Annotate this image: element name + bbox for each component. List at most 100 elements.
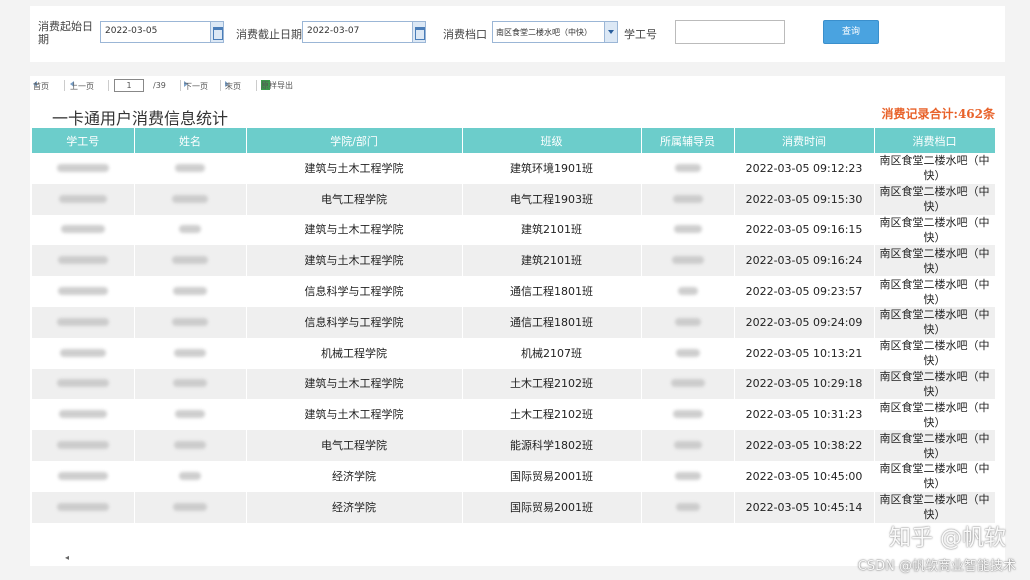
cell-student-id: [32, 368, 135, 400]
cell-college: 机械工程学院: [246, 337, 463, 369]
cell-time: 2022-03-05 10:13:21: [734, 337, 875, 369]
table-row: 机械工程学院 机械2107班 2022-03-05 10:13:21 南区食堂二楼水吧…: [32, 337, 996, 369]
col-counselor[interactable]: 所属辅导员: [641, 128, 735, 153]
scroll-left-arrow[interactable]: ◂: [65, 553, 69, 562]
redacted-value: [675, 502, 700, 511]
col-college[interactable]: 学院/部门: [246, 128, 463, 153]
cell-counselor: [641, 337, 735, 369]
redacted-value: [58, 410, 107, 419]
student-id-input[interactable]: [675, 20, 785, 44]
cell-location: 南区食堂二楼水吧（中快）: [874, 368, 996, 400]
redacted-value: [670, 379, 705, 388]
query-button[interactable]: 查询: [823, 20, 879, 44]
cell-time: 2022-03-05 09:24:09: [734, 306, 875, 338]
redacted-value: [671, 256, 704, 265]
table-row: 建筑与土木工程学院 建筑2101班 2022-03-05 09:16:15 南区食堂二…: [32, 214, 996, 246]
student-id-label: 学工号: [624, 28, 657, 41]
cell-name: [134, 368, 247, 400]
redacted-value: [59, 348, 106, 357]
cell-student-id: [32, 153, 135, 184]
cell-location: 南区食堂二楼水吧（中快）: [874, 245, 996, 277]
cell-time: 2022-03-05 09:16:15: [734, 214, 875, 246]
end-date-field[interactable]: 2022-03-07: [302, 21, 426, 43]
cell-class: 电气工程1903班: [462, 183, 642, 215]
cell-college: 建筑与土木工程学院: [246, 153, 463, 184]
cell-name: [134, 491, 247, 523]
calendar-icon[interactable]: [412, 22, 425, 42]
redacted-value: [179, 471, 201, 480]
table-row: 建筑与土木工程学院 土木工程2102班 2022-03-05 10:29:18 南区食…: [32, 368, 996, 400]
start-date-value: 2022-03-05: [105, 26, 158, 36]
pager-toolbar: 首页 上一页 1 /39 下一页 末页 原样导出: [30, 79, 430, 94]
cell-counselor: [641, 276, 735, 307]
redacted-value: [56, 317, 109, 326]
redacted-value: [674, 163, 701, 172]
cell-name: [134, 306, 247, 338]
cell-name: [134, 245, 247, 277]
cell-student-id: [32, 491, 135, 523]
redacted-value: [179, 225, 201, 234]
cell-counselor: [641, 368, 735, 400]
record-total: 消费记录合计:462条: [881, 107, 995, 121]
cell-student-id: [32, 214, 135, 246]
col-location[interactable]: 消费档口: [874, 128, 996, 153]
table-header-row: 学工号 姓名 学院/部门 班级 所属辅导员 消费时间 消费档口: [32, 128, 996, 153]
redacted-value: [672, 194, 703, 203]
cell-college: 信息科学与工程学院: [246, 306, 463, 338]
cell-class: 通信工程1801班: [462, 306, 642, 338]
watermark-csdn: CSDN @帆软商业智能技术: [857, 559, 1016, 574]
col-class[interactable]: 班级: [462, 128, 642, 153]
cell-location: 南区食堂二楼水吧（中快）: [874, 276, 996, 307]
cell-time: 2022-03-05 10:45:14: [734, 491, 875, 523]
filter-panel: 消费起始日期 2022-03-05 消费截止日期 2022-03-07 消费档口…: [30, 6, 1005, 62]
page-number-input[interactable]: 1: [114, 79, 144, 92]
cell-time: 2022-03-05 09:23:57: [734, 276, 875, 307]
table-row: 电气工程学院 能源科学1802班 2022-03-05 10:38:22 南区食堂二楼…: [32, 430, 996, 461]
cell-location: 南区食堂二楼水吧（中快）: [874, 214, 996, 246]
cell-counselor: [641, 183, 735, 215]
cell-student-id: [32, 430, 135, 461]
redacted-value: [173, 379, 207, 388]
calendar-icon[interactable]: [210, 22, 223, 42]
col-time[interactable]: 消费时间: [734, 128, 875, 153]
start-date-field[interactable]: 2022-03-05: [100, 21, 224, 43]
table-row: 建筑与土木工程学院 建筑环境1901班 2022-03-05 09:12:23 南区食…: [32, 153, 996, 184]
cell-class: 建筑环境1901班: [462, 153, 642, 184]
cell-counselor: [641, 214, 735, 246]
cell-student-id: [32, 399, 135, 431]
consumption-table: 学工号 姓名 学院/部门 班级 所属辅导员 消费时间 消费档口 建筑与土木工程学…: [32, 128, 996, 523]
location-select[interactable]: 南区食堂二楼水吧（中快）: [492, 21, 618, 43]
cell-class: 国际贸易2001班: [462, 491, 642, 523]
cell-time: 2022-03-05 10:38:22: [734, 430, 875, 461]
redacted-value: [175, 163, 205, 172]
cell-location: 南区食堂二楼水吧（中快）: [874, 337, 996, 369]
col-name[interactable]: 姓名: [134, 128, 247, 153]
cell-name: [134, 430, 247, 461]
table-row: 信息科学与工程学院 通信工程1801班 2022-03-05 09:23:57 南区食…: [32, 276, 996, 307]
redacted-value: [673, 225, 702, 234]
cell-class: 通信工程1801班: [462, 276, 642, 307]
report-panel: 首页 上一页 1 /39 下一页 末页 原样导出 一卡通用户消费信息统计 消费记…: [30, 76, 1005, 566]
redacted-value: [673, 441, 702, 450]
cell-college: 电气工程学院: [246, 183, 463, 215]
col-student-id[interactable]: 学工号: [32, 128, 135, 153]
cell-college: 建筑与土木工程学院: [246, 245, 463, 277]
cell-time: 2022-03-05 09:15:30: [734, 183, 875, 215]
cell-class: 建筑2101班: [462, 214, 642, 246]
redacted-value: [173, 502, 207, 511]
redacted-value: [175, 410, 205, 419]
cell-counselor: [641, 153, 735, 184]
cell-student-id: [32, 183, 135, 215]
redacted-value: [672, 410, 703, 419]
chevron-down-icon[interactable]: [604, 22, 617, 42]
redacted-value: [172, 194, 208, 203]
location-label: 消费档口: [443, 28, 487, 41]
redacted-value: [57, 256, 108, 265]
redacted-value: [60, 225, 105, 234]
cell-name: [134, 460, 247, 492]
cell-counselor: [641, 399, 735, 431]
redacted-value: [56, 441, 109, 450]
cell-class: 国际贸易2001班: [462, 460, 642, 492]
cell-location: 南区食堂二楼水吧（中快）: [874, 430, 996, 461]
end-date-label: 消费截止日期: [236, 28, 302, 41]
